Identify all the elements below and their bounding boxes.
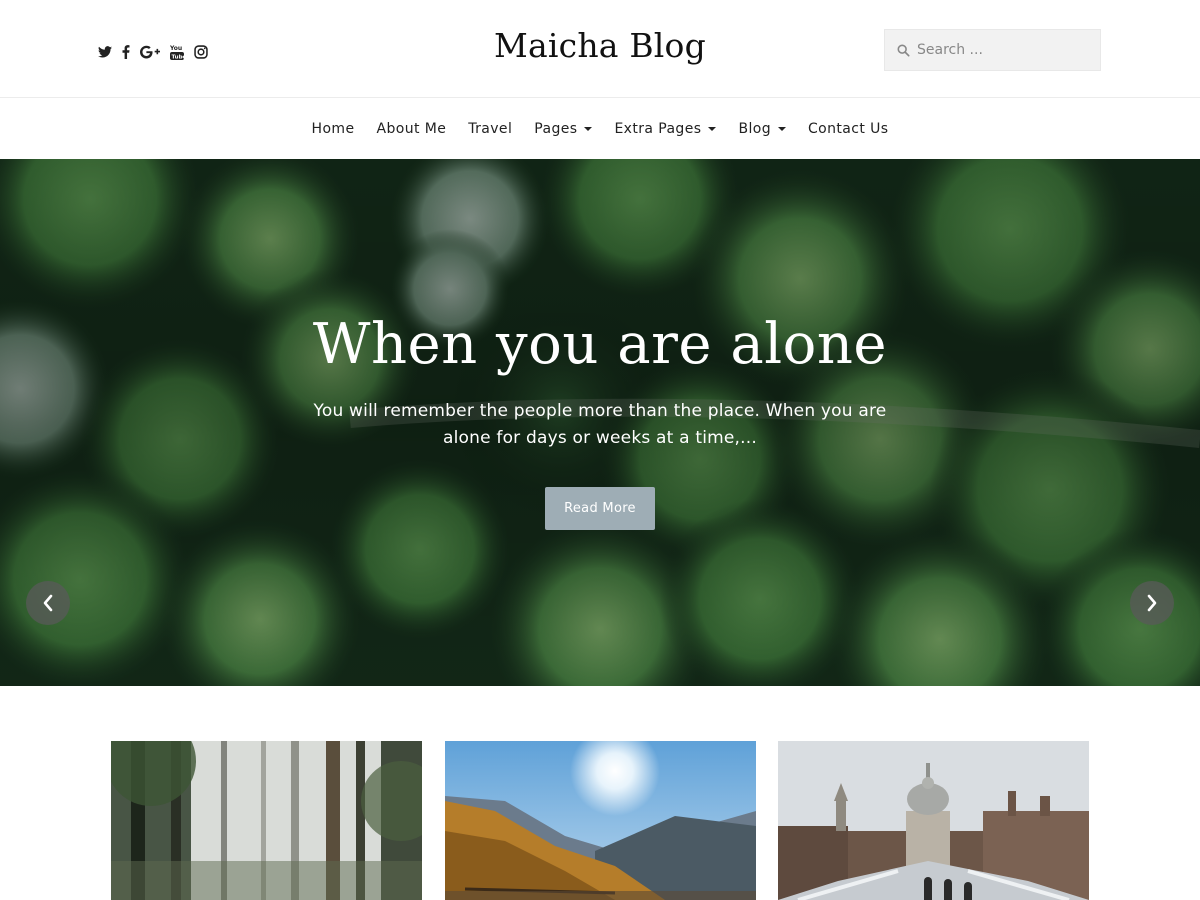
caret-down-icon [584, 127, 593, 131]
nav-item-contact-us[interactable]: Contact Us [797, 121, 899, 137]
hero-title[interactable]: When you are alone [0, 312, 1200, 377]
main-nav: Home About Me Travel Pages Extra Pages B… [0, 98, 1200, 159]
slider-prev-button[interactable] [26, 581, 70, 625]
post-grid [0, 741, 1200, 900]
nav-item-about-me[interactable]: About Me [365, 121, 457, 137]
caret-down-icon [777, 127, 786, 131]
nav-item-label: Extra Pages [614, 120, 702, 137]
nav-item-extra-pages[interactable]: Extra Pages [603, 121, 727, 137]
nav-item-home[interactable]: Home [301, 121, 366, 137]
search-box [884, 29, 1101, 71]
misty-forest-image[interactable] [111, 741, 422, 900]
nav-item-label: Travel [468, 120, 513, 137]
nav-item-label: About Me [376, 120, 447, 137]
nav-item-pages[interactable]: Pages [523, 121, 603, 137]
post-card[interactable] [778, 741, 1089, 900]
slider-next-button[interactable] [1130, 581, 1174, 625]
read-more-button[interactable]: Read More [545, 487, 655, 530]
post-card[interactable] [111, 741, 422, 900]
search-icon [897, 44, 910, 57]
post-card[interactable] [445, 741, 756, 900]
nav-item-label: Contact Us [807, 120, 889, 137]
chevron-right-icon [1147, 594, 1157, 612]
caret-down-icon [708, 127, 717, 131]
mountain-valley-image[interactable] [445, 741, 756, 900]
nav-item-label: Home [311, 120, 355, 137]
search-input[interactable] [917, 42, 1077, 58]
cathedral-city-image[interactable] [778, 741, 1089, 900]
nav-item-label: Blog [738, 120, 771, 137]
nav-item-blog[interactable]: Blog [727, 121, 797, 137]
site-header: YouTube Maicha Blog [0, 0, 1200, 98]
nav-item-travel[interactable]: Travel [457, 121, 523, 137]
chevron-left-icon [43, 594, 53, 612]
nav-item-label: Pages [534, 120, 578, 137]
hero-excerpt: You will remember the people more than t… [313, 401, 887, 448]
